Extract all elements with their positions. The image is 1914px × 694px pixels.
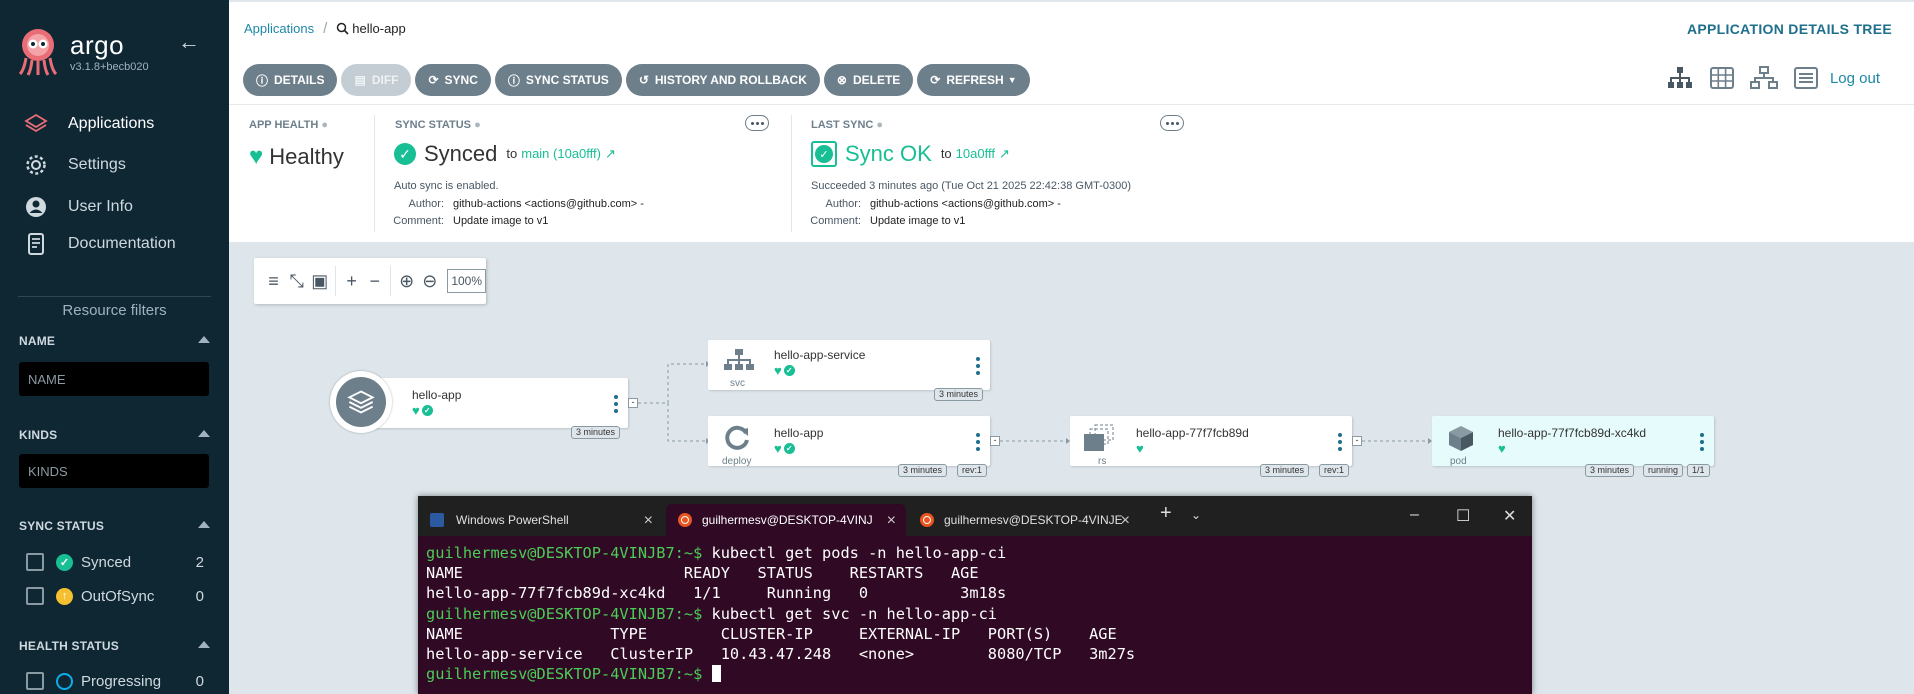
node-kind: pod [1450,456,1467,467]
tab-ubuntu-1[interactable]: guilhermesv@DESKTOP-4VINJ × [666,504,906,536]
heart-icon: ♥ [1136,441,1144,456]
age-tag: 3 minutes [898,464,948,477]
node-kind: rs [1098,456,1107,467]
node-application[interactable]: hello-app ♥ ✓ [360,378,628,428]
age-tag: 3 minutes [934,388,984,401]
output-header: NAME TYPE CLUSTER-IP EXTERNAL-IP PORT(S)… [426,624,1117,643]
cursor [711,665,721,683]
revision-tag: rev:1 [957,464,988,477]
node-service[interactable]: svc hello-app-service ♥ ✓ [708,340,990,390]
prompt: guilhermesv@DESKTOP-4VINJB7:~$ [426,544,703,562]
tab-label: Windows PowerShell [456,513,569,527]
node-replicaset[interactable]: rs hello-app-77f7fcb89d ♥ [1070,416,1352,467]
node-menu-icon[interactable] [614,395,618,413]
node-name: hello-app [412,388,462,402]
tab-dropdown-icon[interactable]: ⌄ [1191,508,1201,522]
command: kubectl get svc -n hello-app-ci [702,604,998,623]
output-header: NAME READY STATUS RESTARTS AGE [426,564,979,583]
terminal-window: Windows PowerShell × guilhermesv@DESKTOP… [418,496,1532,694]
heart-icon: ♥ [774,363,782,378]
command: kubectl get pods -n hello-app-ci [702,544,1007,562]
close-window-icon[interactable]: ✕ [1503,506,1516,526]
tab-powershell[interactable]: Windows PowerShell × [418,504,663,536]
tab-ubuntu-2[interactable]: guilhermesv@DESKTOP-4VINJE × [908,504,1140,536]
node-status: ♥ ✓ [774,363,795,378]
node-deployment[interactable]: deploy hello-app ♥ ✓ [708,416,990,467]
terminal-output[interactable]: guilhermesv@DESKTOP-4VINJB7:~$ kubectl g… [426,543,1135,684]
node-menu-icon[interactable] [1700,433,1704,451]
terminal-tab-bar: Windows PowerShell × guilhermesv@DESKTOP… [418,496,1532,536]
argocd-app: argo v3.1.8+becb020 ← Applications Setti… [0,0,1914,694]
node-menu-icon[interactable] [976,357,980,375]
maximize-icon[interactable]: ☐ [1456,506,1470,526]
age-tag: 3 minutes [1585,464,1635,477]
output-row: hello-app-service ClusterIP 10.43.47.248… [426,645,1136,664]
prompt: guilhermesv@DESKTOP-4VINJB7:~$ [426,604,703,623]
tab-label: guilhermesv@DESKTOP-4VINJ [702,513,873,527]
synced-check-icon: ✓ [783,443,795,454]
powershell-icon [430,513,444,527]
ready-tag: 1/1 [1687,464,1710,477]
age-tag: 3 minutes [1260,464,1310,477]
close-tab-icon[interactable]: × [887,512,896,530]
node-name: hello-app-77f7fcb89d [1136,426,1249,440]
node-name: hello-app [774,426,824,440]
ubuntu-icon [678,513,692,527]
heart-icon: ♥ [1498,441,1506,456]
new-tab-icon[interactable]: + [1160,502,1172,525]
ubuntu-icon [920,513,934,527]
node-kind: svc [730,378,745,389]
collapse-node-icon[interactable]: - [628,398,638,408]
close-tab-icon[interactable]: × [1121,512,1130,530]
node-pod[interactable]: pod hello-app-77f7fcb89d-xc4kd ♥ [1432,416,1714,467]
age-tag: 3 minutes [571,426,621,439]
replicaset-icon [1084,424,1114,451]
output-row: hello-app-77f7fcb89d-xc4kd 1/1 Running 0… [426,584,1007,603]
prompt: guilhermesv@DESKTOP-4VINJB7:~$ [426,665,703,684]
node-kind: deploy [722,456,752,467]
tab-label: guilhermesv@DESKTOP-4VINJE [944,513,1123,527]
heart-icon: ♥ [774,441,782,456]
node-name: hello-app-service [774,348,866,362]
heart-icon: ♥ [412,403,420,418]
minimize-icon[interactable]: – [1410,506,1419,524]
node-menu-icon[interactable] [1338,433,1342,451]
synced-check-icon: ✓ [783,365,795,376]
node-status: ♥ [1136,441,1144,456]
node-name: hello-app-77f7fcb89d-xc4kd [1498,426,1647,440]
application-icon [330,371,392,433]
node-status: ♥ [1498,441,1506,456]
revision-tag: rev:1 [1319,464,1350,477]
collapse-node-icon[interactable]: - [1352,436,1362,446]
pod-status-tag: running [1643,464,1684,477]
node-menu-icon[interactable] [976,433,980,451]
node-status: ♥ ✓ [412,403,433,418]
collapse-node-icon[interactable]: - [990,436,1000,446]
node-status: ♥ ✓ [774,441,795,456]
pod-cube-icon [1449,426,1473,451]
close-tab-icon[interactable]: × [644,512,653,530]
synced-check-icon: ✓ [421,405,433,416]
service-icon [724,349,754,370]
deployment-icon [725,425,749,450]
